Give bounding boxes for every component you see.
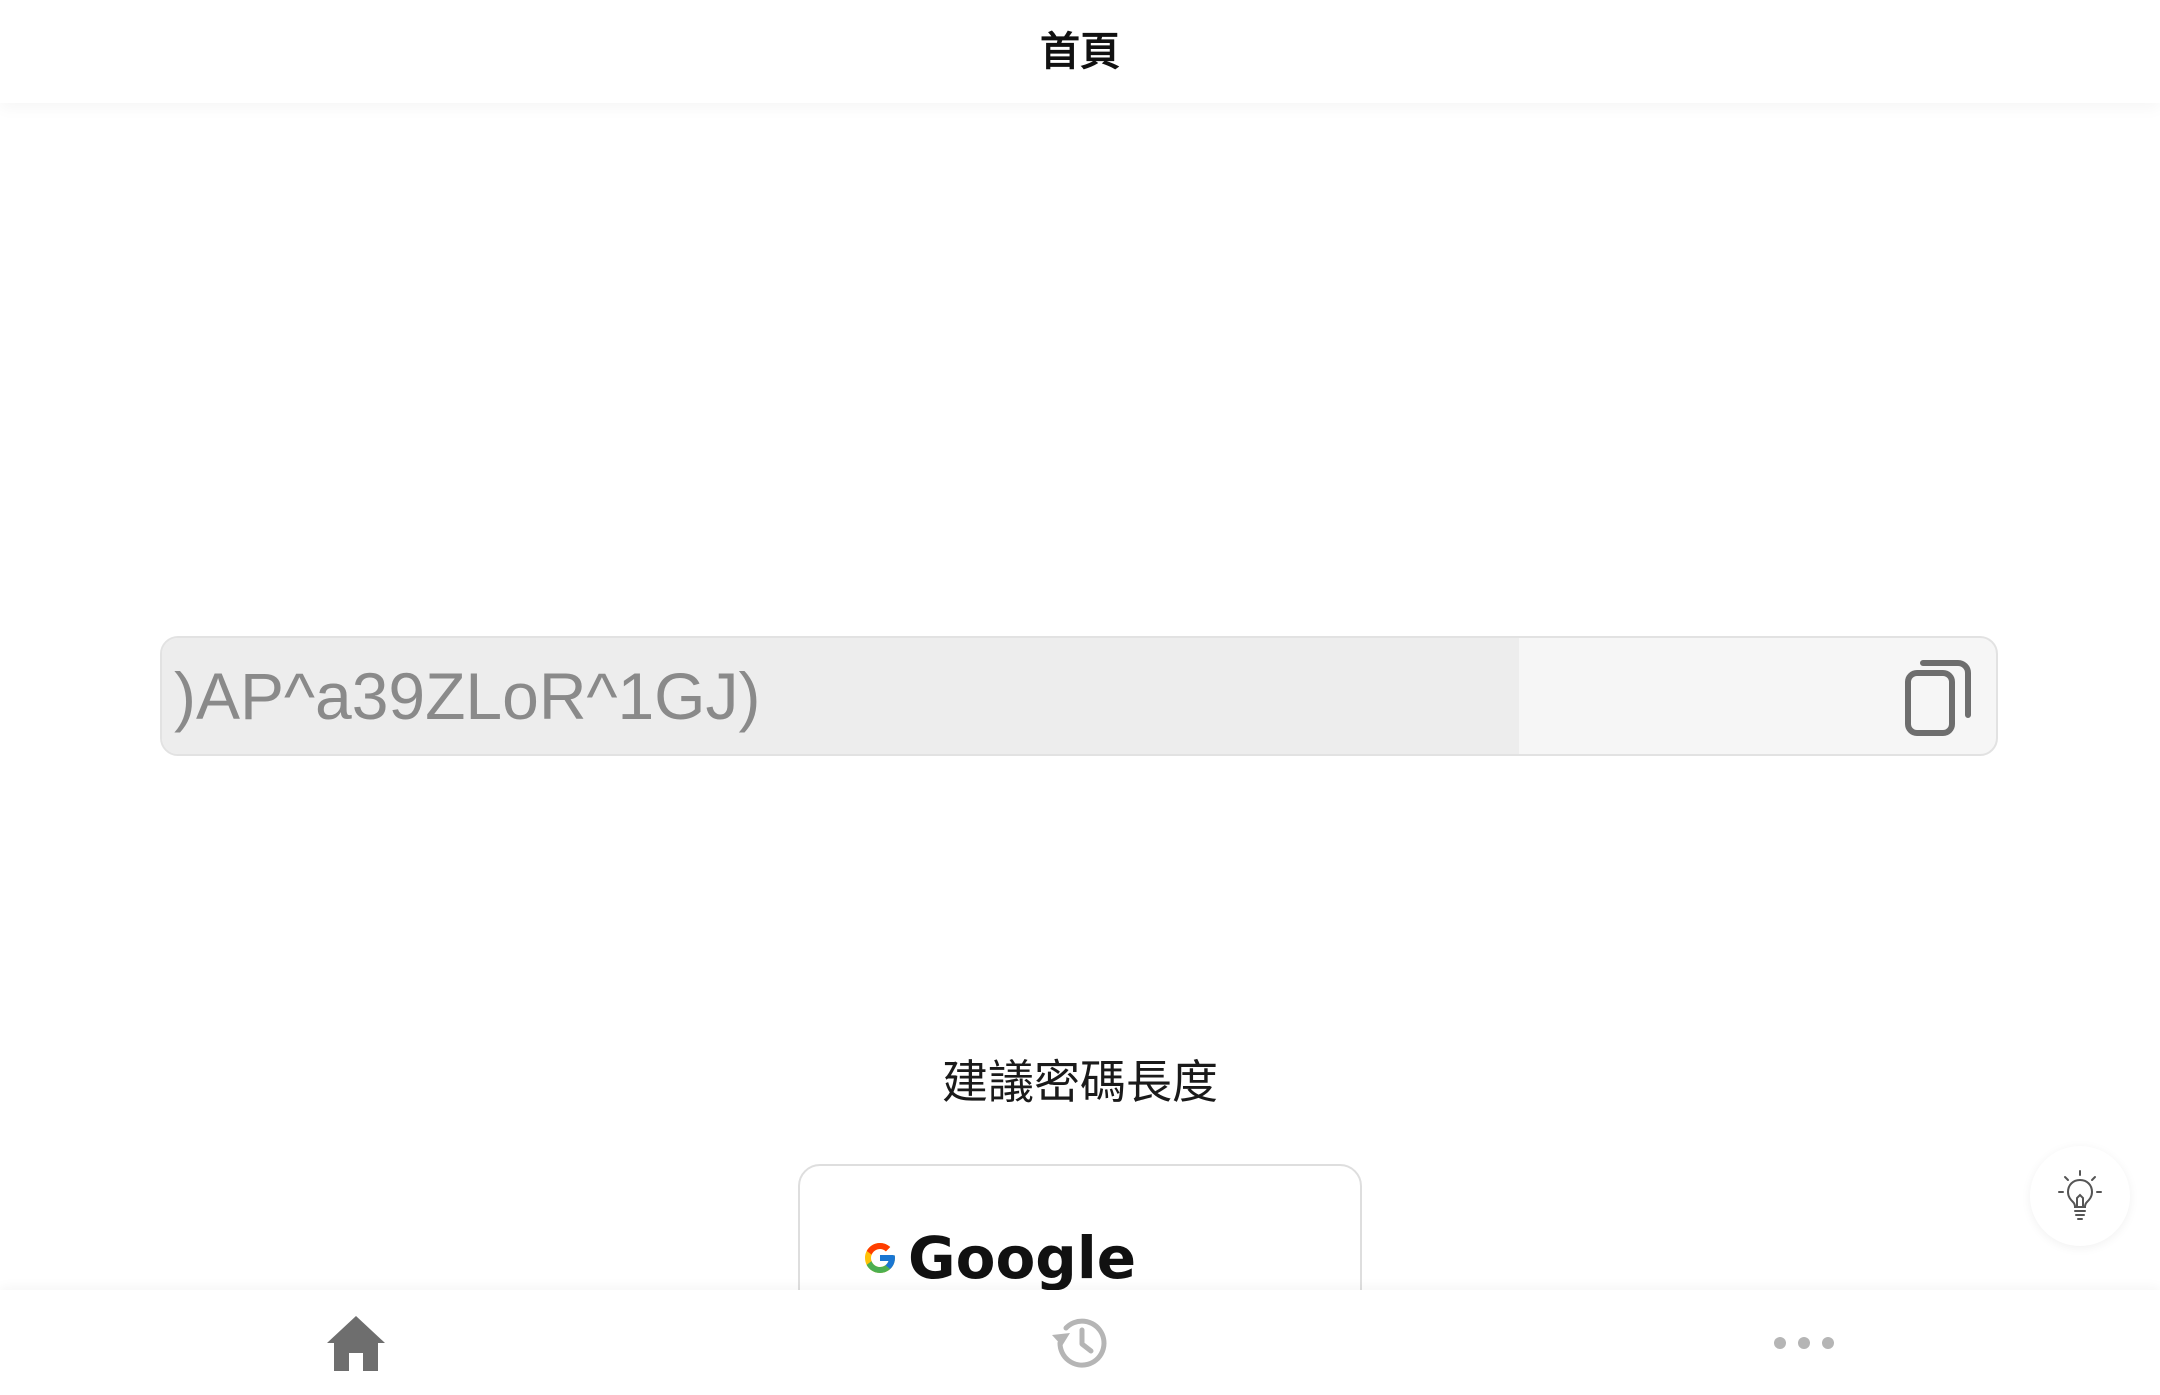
copy-button[interactable]: [1896, 652, 1980, 742]
provider-name: Google: [908, 1224, 1137, 1292]
copy-icon: [1905, 660, 1971, 736]
home-icon: [327, 1315, 385, 1371]
app-root: 首頁 )AP^a39ZLoR^1GJ) 建議密碼長度 Google: [0, 0, 2160, 1395]
provider-header: Google: [862, 1222, 1136, 1294]
more-dots-icon: [1774, 1336, 1834, 1349]
hint-button[interactable]: [2030, 1146, 2130, 1246]
generated-password-text[interactable]: )AP^a39ZLoR^1GJ): [174, 660, 761, 732]
generated-password-field[interactable]: )AP^a39ZLoR^1GJ): [160, 636, 1998, 756]
tab-home[interactable]: [236, 1290, 476, 1395]
lightbulb-icon: [2058, 1170, 2102, 1220]
tab-more[interactable]: [1684, 1290, 1924, 1395]
top-navigation-bar: 首頁: [0, 0, 2160, 103]
page-title: 首頁: [1040, 29, 1120, 75]
history-icon: [1052, 1318, 1107, 1368]
google-logo-icon: [865, 1243, 895, 1273]
tab-history[interactable]: [960, 1290, 1200, 1395]
bottom-tab-bar: [0, 1290, 2160, 1395]
recommended-length-title: 建議密碼長度: [942, 1055, 1218, 1109]
